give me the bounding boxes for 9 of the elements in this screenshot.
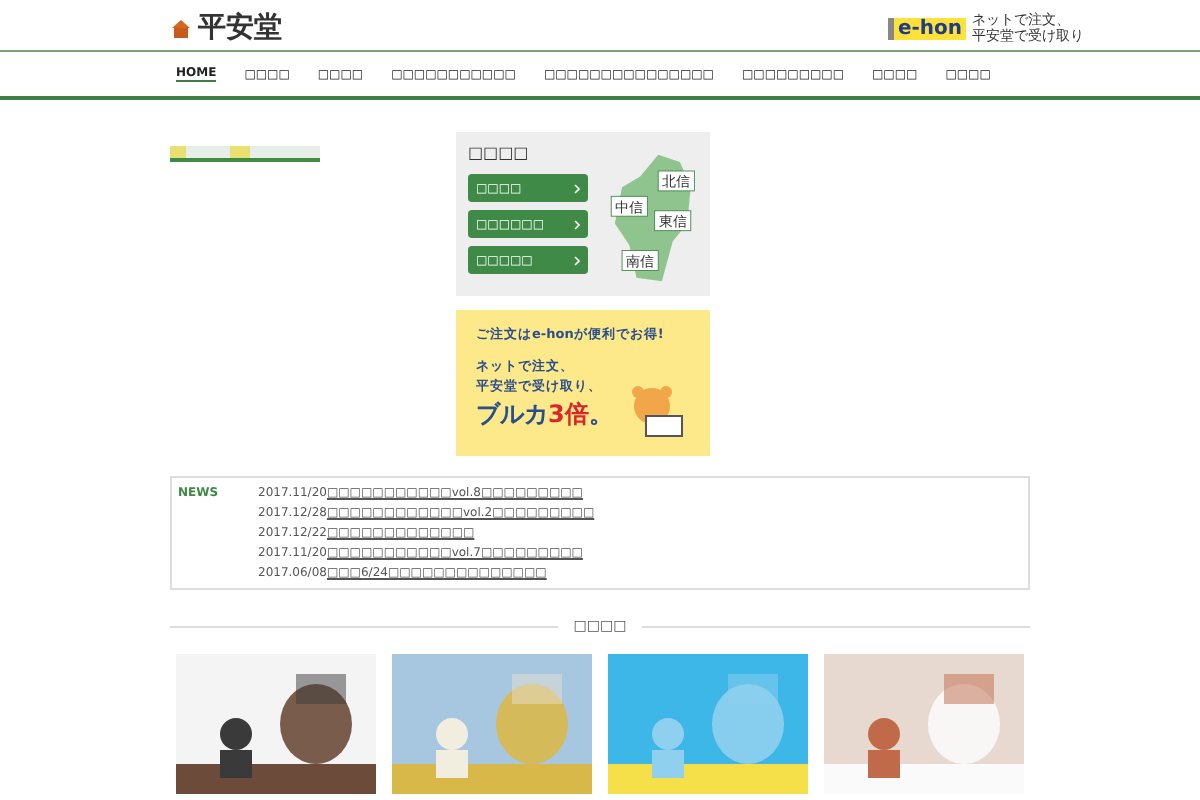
stores-title: □□□□ [468, 144, 531, 162]
bear-laptop-icon [626, 384, 686, 440]
banner-slogan: ブルカ3倍。 [476, 398, 613, 432]
chevron-icon [574, 183, 580, 193]
chevron-icon [574, 255, 580, 265]
logo-text: 平安堂 [198, 10, 282, 46]
ehon-badge[interactable]: e-hon [887, 17, 966, 39]
logo-icon [170, 17, 192, 39]
chevron-icon [574, 219, 580, 229]
